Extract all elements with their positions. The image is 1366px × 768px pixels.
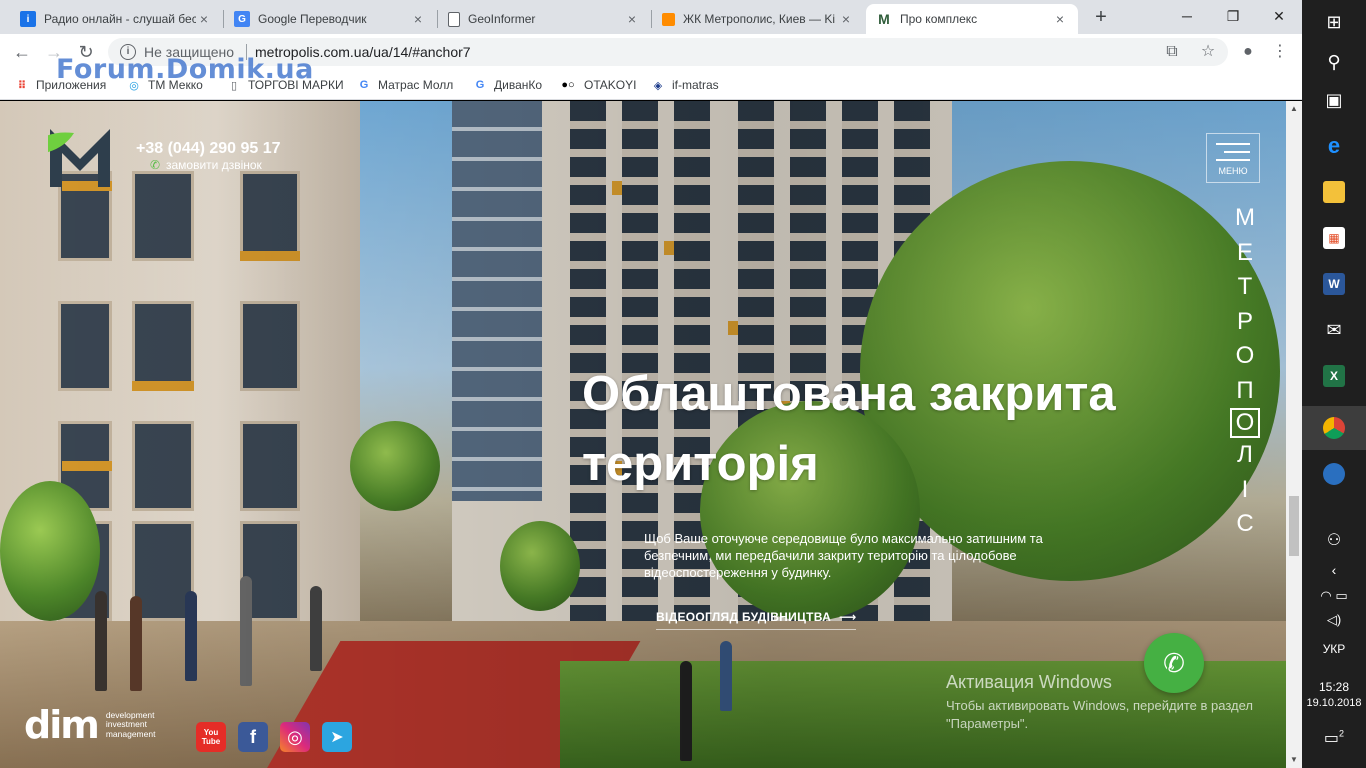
store-icon[interactable]: ▦ [1302, 216, 1366, 260]
windows-start-icon[interactable]: ⊞ [1302, 0, 1366, 44]
close-window-button[interactable]: ✕ [1256, 0, 1302, 32]
phone-icon: ✆ [150, 158, 161, 172]
dots-icon: ●○ [561, 79, 575, 91]
tab-about-complex[interactable]: M Про комплекс × [866, 4, 1078, 34]
menu-button[interactable]: МЕНЮ [1206, 133, 1260, 183]
hamburger-icon [1216, 143, 1250, 145]
diamond-logo-icon: ◈ [653, 79, 663, 92]
close-icon[interactable]: × [196, 11, 212, 27]
back-button[interactable]: ← [10, 40, 34, 64]
task-view-icon[interactable]: ▣ [1302, 78, 1366, 122]
google-g-icon: G [475, 79, 485, 91]
telegram-icon[interactable]: ➤ [322, 722, 352, 752]
vertical-brand-text: М Е Т Р О П О Л І С [1228, 201, 1262, 542]
network-icon[interactable]: ◠ ▭ [1302, 588, 1366, 604]
tab-geoinformer[interactable]: GeoInformer × [438, 4, 650, 34]
tab-bar: i Радио онлайн - слушай бес × G Google П… [0, 0, 1302, 34]
phone-icon: ✆ [1163, 647, 1185, 678]
tab-radio[interactable]: i Радио онлайн - слушай бес × [10, 4, 222, 34]
scrollbar-thumb[interactable] [1289, 496, 1299, 556]
close-icon[interactable]: × [410, 11, 426, 27]
phone-number[interactable]: +38 (044) 290 95 17 [136, 140, 281, 158]
tab-metropolis-kiev[interactable]: ЖК Метрополис, Киев — Ki × [652, 4, 864, 34]
tab-google-translate[interactable]: G Google Переводчик × [224, 4, 436, 34]
dim-logo[interactable]: dim development investment management [24, 703, 155, 747]
scroll-down-icon[interactable]: ▼ [1286, 752, 1302, 768]
video-review-button[interactable]: ВІДЕООГЛЯД БУДІВНИЦТВА ⟶ [656, 607, 857, 630]
page-scrollbar[interactable]: ▲ ▼ [1286, 101, 1302, 768]
hero-section: +38 (044) 290 95 17 ✆ замовити дзвінок М… [0, 101, 1286, 768]
translate-icon[interactable]: ⧉ [1162, 42, 1182, 62]
hero-description: Щоб Ваше оточуюче середовище було максим… [644, 531, 1043, 580]
scroll-up-icon[interactable]: ▲ [1286, 101, 1302, 117]
language-indicator[interactable]: УКР [1302, 642, 1366, 656]
youtube-icon[interactable]: You Tube [196, 722, 226, 752]
page-icon [448, 11, 460, 27]
bookmark-divanko[interactable]: G ДиванКо [472, 76, 542, 94]
callback-link[interactable]: ✆ замовити дзвінок [150, 158, 262, 172]
apps-grid-icon: ⠿ [17, 79, 27, 92]
minimize-button[interactable]: ─ [1164, 0, 1210, 32]
file-explorer-icon[interactable] [1302, 170, 1366, 214]
excel-icon[interactable]: X [1302, 354, 1366, 398]
hero-headline: Облаштована закрита територія [582, 367, 1116, 491]
radio-icon: i [20, 11, 36, 27]
metropolis-m-icon: M [878, 11, 890, 27]
metropolis-logo[interactable] [48, 125, 112, 189]
close-icon[interactable]: × [624, 11, 640, 27]
profile-icon[interactable]: ● [1238, 42, 1258, 62]
bookmark-if-matras[interactable]: ◈ if-matras [650, 76, 719, 94]
orange-square-icon [662, 12, 675, 26]
chrome-icon[interactable] [1302, 406, 1366, 450]
highlighted-letter: О [1230, 408, 1260, 438]
google-translate-icon: G [234, 11, 250, 27]
windows-activation-notice: Активация Windows Чтобы активировать Win… [946, 672, 1253, 731]
screen: i Радио онлайн - слушай бес × G Google П… [0, 0, 1366, 768]
close-icon[interactable]: × [1052, 11, 1068, 27]
new-tab-button[interactable]: + [1090, 6, 1112, 28]
notification-icon[interactable]: ▭2 [1302, 728, 1366, 748]
forum-watermark: Forum.Domik.ua [56, 54, 314, 85]
star-icon[interactable]: ☆ [1198, 42, 1218, 62]
kebab-menu-icon[interactable]: ⋮ [1270, 42, 1290, 62]
facebook-icon[interactable]: f [238, 722, 268, 752]
clock-time[interactable]: 15:28 [1302, 680, 1366, 694]
arrow-right-icon: ⟶ [839, 610, 857, 624]
chevron-left-icon[interactable]: ‹ [1302, 562, 1366, 578]
edge-icon[interactable]: e [1302, 124, 1366, 168]
word-icon[interactable]: W [1302, 262, 1366, 306]
call-button[interactable]: ✆ [1144, 633, 1204, 693]
mail-icon[interactable]: ✉ [1302, 308, 1366, 352]
thunderbird-icon[interactable] [1302, 452, 1366, 496]
google-g-icon: G [359, 79, 369, 91]
close-icon[interactable]: × [838, 11, 854, 27]
volume-icon[interactable]: ◁) [1302, 612, 1366, 628]
instagram-icon[interactable]: ◎ [280, 722, 310, 752]
bookmark-otakoyi[interactable]: ●○ OTAKOYI [558, 76, 636, 94]
restore-button[interactable]: ❐ [1210, 0, 1256, 32]
clock-date[interactable]: 19.10.2018 [1302, 697, 1366, 709]
bookmark-matras-moll[interactable]: G Матрас Молл [356, 76, 454, 94]
people-icon[interactable]: ⚇ [1302, 530, 1366, 550]
windows-taskbar: ⊞ ⚲ ▣ e ▦ W ✉ X ⚇ ‹ ◠ ▭ ◁) УКР 15:28 19.… [1302, 0, 1366, 768]
